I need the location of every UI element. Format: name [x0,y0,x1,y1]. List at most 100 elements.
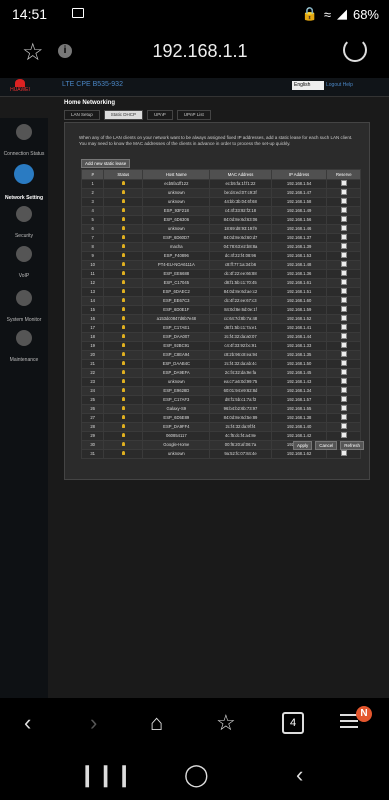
header-links[interactable]: Logout Help [326,82,353,88]
reserve-checkbox[interactable] [326,260,361,270]
row-mac-address: d8:f1:5b:c1:7a:f3 [209,395,272,405]
home-icon[interactable]: ⌂ [150,710,163,736]
tab-bar: LAN Setup Static DHCP UPnP UPnP List [64,110,384,120]
reserve-checkbox[interactable] [326,413,361,423]
info-icon[interactable]: i [58,44,72,58]
row-mac-address: dc:4f:22:f4:08:96 [209,251,272,261]
nav-connection-status[interactable]: Connection Status [0,118,48,162]
nav-system-monitor[interactable]: System Monitor [0,284,48,328]
bookmarks-icon[interactable]: ☆ [216,710,236,736]
row-mac-address: 2c:f4:32:da:a0:07 [209,332,272,342]
reserve-checkbox[interactable] [326,224,361,234]
reserve-checkbox[interactable] [326,287,361,297]
reserve-checkbox[interactable] [326,449,361,459]
reserve-checkbox[interactable] [326,242,361,252]
reserve-checkbox[interactable] [326,431,361,441]
reserve-checkbox[interactable] [326,377,361,387]
dhcp-table: # Status Host Name MAC Address IP Addres… [80,169,361,459]
row-index: 24 [80,386,105,396]
row-host-name: ESP_C17AE1 [142,323,211,333]
table-row: 14 ESP_EE67C3 dc:4f:22:ee:67:c3 192.168.1.6… [80,296,361,306]
table-row: 7 ESP_6D60D7 84:0d:8e:6d:60:d7 192.168.1.37 [80,233,361,243]
status-bulb-icon [103,368,144,378]
reserve-checkbox[interactable] [326,296,361,306]
menu-icon[interactable] [340,714,358,732]
reserve-checkbox[interactable] [326,350,361,360]
reserve-checkbox[interactable] [326,188,361,198]
reserve-checkbox[interactable] [326,386,361,396]
nav-security[interactable]: Security [0,200,48,244]
col-reserve: Reserve [326,169,361,180]
recent-apps-icon[interactable]: ❙❙❙ [78,762,133,788]
row-ip-address: 192.168.1.44 [270,332,328,342]
col-ip-address: IP Address [270,169,328,180]
reserve-checkbox[interactable] [326,404,361,414]
row-host-name: ESP_92BC91 [142,341,211,351]
status-bulb-icon [103,278,144,288]
refresh-button[interactable]: Refresh [340,441,365,450]
row-index: 14 [80,296,105,306]
nav-network-setting[interactable]: Network Setting [0,158,48,202]
row-host-name: ESP_6D0E1F [142,305,211,315]
system-back-icon[interactable]: ‹ [296,762,303,788]
forward-icon[interactable]: › [90,710,97,736]
status-bulb-icon [103,323,144,333]
status-bulb-icon [103,287,144,297]
reserve-checkbox[interactable] [326,341,361,351]
reserve-checkbox[interactable] [326,233,361,243]
row-index: 19 [80,341,105,351]
nav-voip[interactable]: VoIP [0,240,48,284]
row-host-name: unknown [142,377,211,387]
row-ip-address: 192.168.1.34 [270,386,328,396]
row-index: 17 [80,323,105,333]
nav-maintenance[interactable]: Maintenance [0,324,48,368]
row-host-name: macha [142,242,211,252]
status-bulb-icon [103,242,144,252]
cancel-button[interactable]: Cancel [315,441,338,450]
row-mac-address: ec:b5:fa:1f:f1:22 [209,179,272,189]
reserve-checkbox[interactable] [326,278,361,288]
apply-button[interactable]: Apply [293,441,313,450]
reserve-checkbox[interactable] [326,359,361,369]
huawei-logo: HUAWEI [6,79,34,95]
reserve-checkbox[interactable] [326,332,361,342]
row-host-name: ESP_DAAB4C [142,359,211,369]
reserve-checkbox[interactable] [326,305,361,315]
row-host-name: PT4-EU-NOA6111A [142,260,211,270]
reserve-checkbox[interactable] [326,395,361,405]
home-circle-icon[interactable]: ◯ [184,762,209,788]
language-select[interactable]: English [292,81,324,90]
reserve-checkbox[interactable] [326,197,361,207]
reserve-checkbox[interactable] [326,323,361,333]
reserve-checkbox[interactable] [326,251,361,261]
tab-lan-setup[interactable]: LAN Setup [64,110,100,120]
reserve-checkbox[interactable] [326,314,361,324]
row-index: 27 [80,413,105,423]
reserve-checkbox[interactable] [326,215,361,225]
status-bulb-icon [103,269,144,279]
row-host-name: unknown [142,224,211,234]
row-ip-address: 192.168.1.49 [270,206,328,216]
row-ip-address: 192.168.1.37 [270,233,328,243]
bookmark-star-icon[interactable]: ☆ [22,38,44,67]
reserve-checkbox[interactable] [326,368,361,378]
url-text[interactable]: 192.168.1.1 [100,41,300,62]
row-mac-address: 2c:f4:32:da:9f:f4 [209,422,272,432]
table-row: 13 ESP_6DAEC2 84:0d:8e:6d:ae:c2 192.168.1.5… [80,287,361,297]
back-icon[interactable]: ‹ [24,710,31,736]
tab-upnp[interactable]: UPnP [147,110,173,120]
reserve-checkbox[interactable] [326,206,361,216]
table-row: 10 PT4-EU-NOA6111A c8:ff:77:1a:34:b6 192.16… [80,260,361,270]
reload-icon[interactable] [343,38,367,62]
reserve-checkbox[interactable] [326,269,361,279]
tab-upnp-list[interactable]: UPnP List [176,110,211,120]
add-static-lease-button[interactable]: Add new static lease [81,159,131,168]
status-bulb-icon [103,251,144,261]
reserve-checkbox[interactable] [326,179,361,189]
side-navigation: Connection Status Network Setting Securi… [0,118,48,698]
reserve-checkbox[interactable] [326,422,361,432]
tab-static-dhcp[interactable]: Static DHCP [103,110,144,120]
tabs-count-button[interactable]: 4 [282,712,304,734]
row-ip-address: 192.168.1.57 [270,395,328,405]
status-bulb-icon [103,449,144,459]
